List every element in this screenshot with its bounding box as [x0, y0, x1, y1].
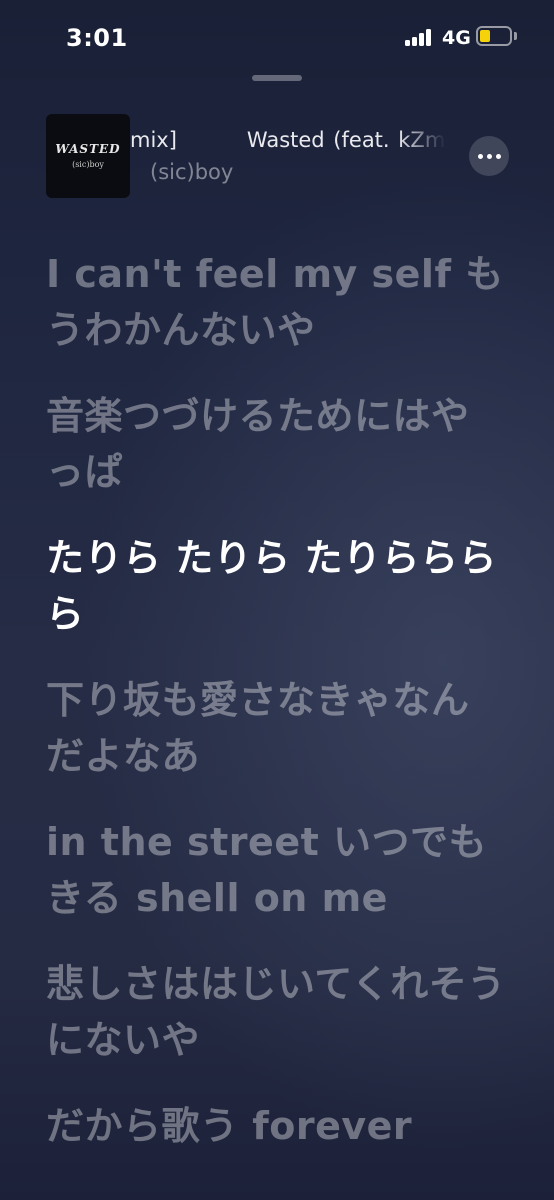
- more-options-button[interactable]: [469, 136, 509, 176]
- ellipsis-icon: [478, 154, 483, 159]
- lyrics-list: I can't feel my self もうわかんないや 音楽つづけるためには…: [46, 246, 506, 1184]
- artwork-subtitle-text: (sic)boy: [72, 160, 104, 169]
- artist-name[interactable]: (sic)boy: [150, 160, 233, 184]
- network-type: 4G: [442, 27, 471, 49]
- song-title-marquee: mix] Wasted (feat. kZm &: [130, 128, 446, 158]
- status-time: 3:01: [66, 24, 128, 52]
- lyric-line[interactable]: 悲しさははじいてくれそうにないや: [46, 956, 506, 1068]
- battery-icon: [476, 26, 512, 46]
- battery-tip: [514, 32, 517, 40]
- lyric-line[interactable]: だから歌う forever: [46, 1098, 506, 1154]
- song-title: Wasted (feat. kZm &: [246, 128, 446, 152]
- lyric-line[interactable]: 下り坂も愛さなきゃなんだよなあ: [46, 672, 506, 784]
- album-artwork[interactable]: WASTED (sic)boy: [46, 114, 130, 198]
- lyric-line[interactable]: I can't feel my self もうわかんないや: [46, 246, 506, 358]
- lyric-line-current[interactable]: たりら たりら たりらららら: [46, 530, 506, 642]
- song-title-tail: mix]: [130, 128, 177, 152]
- artwork-title-text: WASTED: [55, 142, 121, 156]
- lyric-line[interactable]: 音楽つづけるためにはやっぱ: [46, 388, 506, 500]
- now-playing-header: mix]Wasted (feat. kZm & WASTED (sic)boy …: [0, 112, 554, 202]
- sheet-grabber-handle[interactable]: [252, 75, 302, 81]
- lyric-line[interactable]: in the street いつでもきる shell on me: [46, 814, 506, 926]
- cellular-signal-icon: [405, 28, 435, 46]
- status-bar: 3:01 4G: [0, 0, 554, 76]
